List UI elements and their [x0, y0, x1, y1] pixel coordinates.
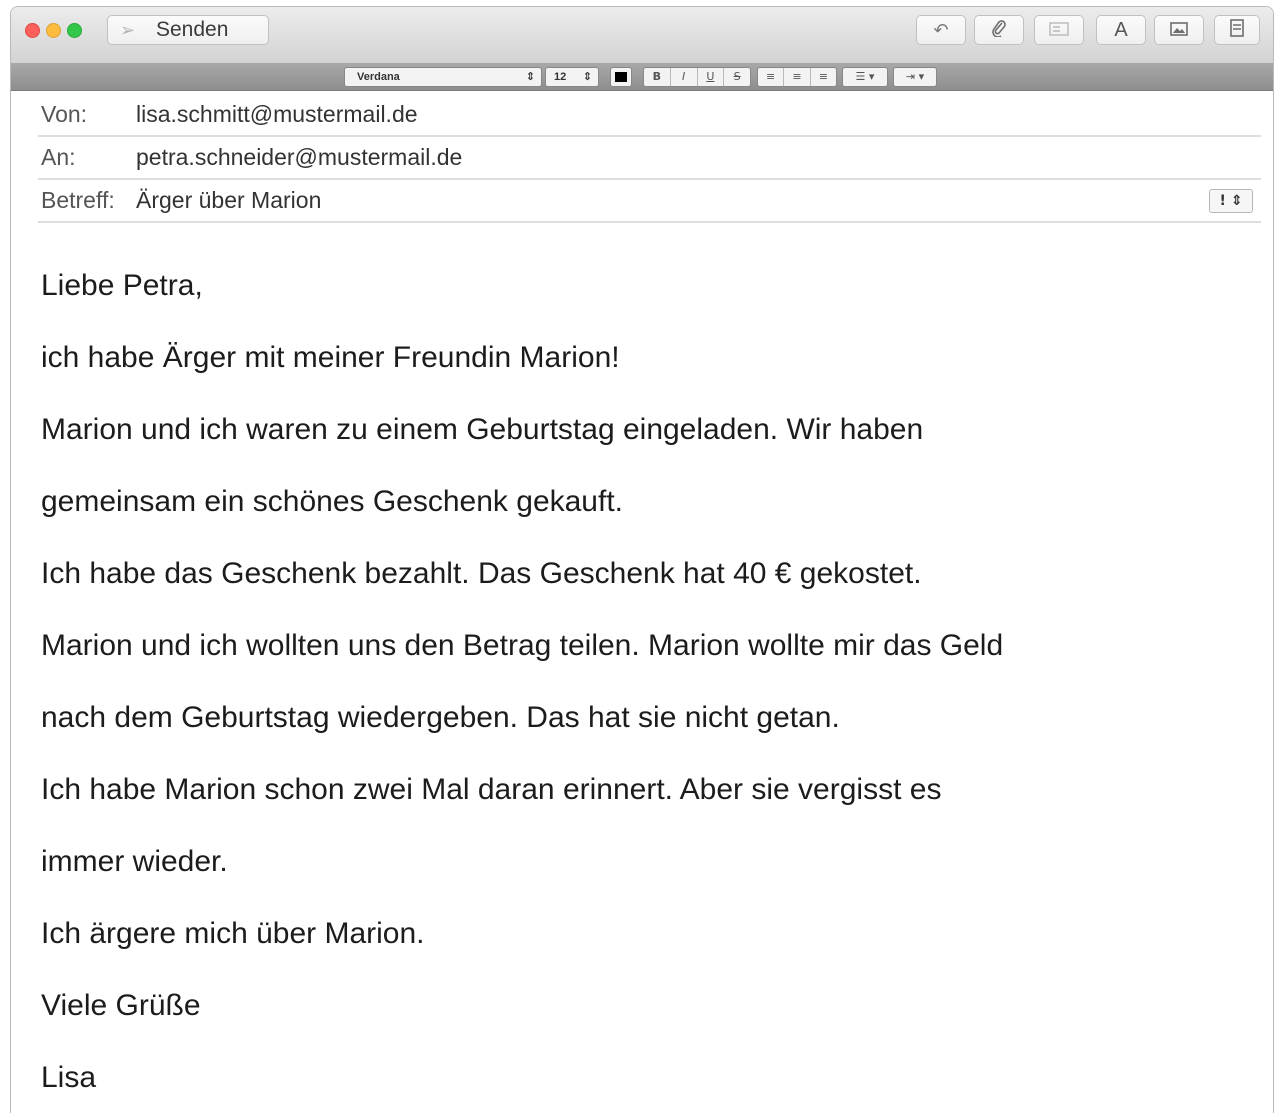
minimize-window-button[interactable]: [46, 23, 61, 38]
fonts-button[interactable]: A: [1096, 15, 1146, 45]
body-line: ich habe Ärger mit meiner Freundin Mario…: [41, 341, 620, 374]
stationery-button[interactable]: [1214, 15, 1260, 45]
color-swatch: [615, 72, 627, 82]
body-line: Ich habe Marion schon zwei Mal daran eri…: [41, 773, 942, 806]
align-left-button[interactable]: ≡: [758, 68, 785, 86]
align-center-button[interactable]: ≡: [784, 68, 811, 86]
photo-icon: [1170, 20, 1188, 41]
to-label: An:: [41, 144, 76, 170]
stationery-icon: [1230, 18, 1244, 42]
header-card-icon: [1049, 20, 1069, 41]
priority-select[interactable]: ! ⇕: [1209, 189, 1253, 213]
body-line: Ich habe das Geschenk bezahlt. Das Gesch…: [41, 557, 922, 590]
body-line: Viele Grüße: [41, 989, 201, 1022]
align-right-button[interactable]: ≡: [811, 68, 836, 86]
alignment-group: ≡ ≡ ≡: [757, 67, 837, 87]
mail-compose-window: ➢ Senden ↶ A Verdana ⇕ 12 ⇕ B I U S ≡ ≡ …: [10, 6, 1274, 1113]
letter-a-icon: A: [1114, 18, 1128, 41]
zoom-window-button[interactable]: [67, 23, 82, 38]
subject-field[interactable]: Ärger über Marion: [136, 179, 321, 221]
body-line: nach dem Geburtstag wiedergeben. Das hat…: [41, 701, 840, 734]
body-line: Lisa: [41, 1061, 97, 1094]
body-line: Liebe Petra,: [41, 269, 203, 302]
font-size-value: 12: [554, 71, 567, 83]
body-line: immer wieder.: [41, 845, 228, 878]
list-style-label: ☰ ▾: [855, 70, 875, 83]
to-row: An: petra.schneider@mustermail.de: [38, 136, 1261, 180]
text-style-group: B I U S: [643, 67, 751, 87]
message-body[interactable]: Liebe Petra, ich habe Ärger mit meiner F…: [41, 271, 1003, 1113]
strikethrough-button[interactable]: S: [724, 68, 750, 86]
bold-button[interactable]: B: [644, 68, 671, 86]
indent-label: ⇥ ▾: [905, 70, 925, 83]
send-button[interactable]: ➢ Senden: [107, 15, 269, 45]
updown-arrows-icon: ⇕: [525, 70, 535, 83]
list-style-menu[interactable]: ☰ ▾: [842, 67, 888, 87]
format-bar: Verdana ⇕ 12 ⇕ B I U S ≡ ≡ ≡ ☰ ▾ ⇥ ▾: [11, 63, 1273, 91]
body-line: Marion und ich wollten uns den Betrag te…: [41, 629, 1004, 662]
paperclip-icon: [991, 19, 1007, 42]
reply-arrow-icon: ↶: [933, 19, 949, 41]
font-size-select[interactable]: 12 ⇕: [545, 67, 599, 87]
photo-browser-button[interactable]: [1154, 15, 1204, 45]
attach-button[interactable]: [974, 15, 1024, 45]
updown-arrows-icon: ⇕: [582, 70, 592, 83]
reply-button[interactable]: ↶: [916, 15, 966, 45]
body-line: Ich ärgere mich über Marion.: [41, 917, 425, 950]
body-line: Marion und ich waren zu einem Geburtstag…: [41, 413, 924, 446]
body-line: gemeinsam ein schönes Geschenk gekauft.: [41, 485, 623, 518]
font-family-value: Verdana: [357, 71, 400, 83]
send-arrow-icon: ➢: [120, 19, 136, 41]
to-field[interactable]: petra.schneider@mustermail.de: [136, 136, 462, 178]
close-window-button[interactable]: [25, 23, 40, 38]
from-row: Von: lisa.schmitt@mustermail.de: [38, 93, 1261, 137]
underline-button[interactable]: U: [698, 68, 725, 86]
from-label: Von:: [41, 101, 88, 127]
header-fields-button[interactable]: [1034, 15, 1084, 45]
subject-row: Betreff: Ärger über Marion ! ⇕: [38, 179, 1261, 223]
title-toolbar: ➢ Senden ↶ A: [11, 7, 1273, 64]
text-color-button[interactable]: [610, 67, 632, 87]
subject-label: Betreff:: [41, 187, 115, 213]
italic-button[interactable]: I: [671, 68, 698, 86]
font-family-select[interactable]: Verdana ⇕: [344, 67, 542, 87]
from-field[interactable]: lisa.schmitt@mustermail.de: [136, 93, 418, 135]
indent-menu[interactable]: ⇥ ▾: [893, 67, 937, 87]
send-button-label: Senden: [156, 18, 229, 41]
